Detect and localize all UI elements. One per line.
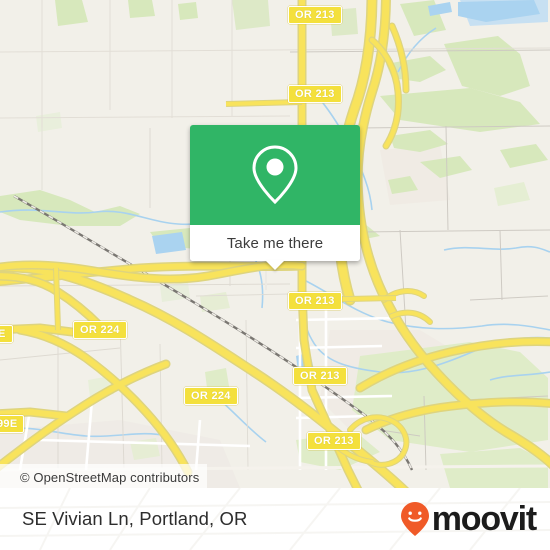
moovit-wordmark: moovit (431, 500, 537, 538)
map-canvas[interactable]: OR 213 OR 213 OR 213 OR 213 OR 213 OR 22… (0, 0, 550, 488)
moovit-smile-pin-icon (400, 502, 429, 536)
road-shield-or213-c2: OR 213 (293, 367, 347, 385)
road-shield-99e-clipped: E (0, 325, 13, 343)
road-shield-or213-n1: OR 213 (288, 6, 342, 24)
map-pin-icon (252, 145, 298, 205)
page-title: SE Vivian Ln, Portland, OR (22, 508, 248, 529)
road-shield-or213-s1: OR 213 (307, 432, 361, 450)
popup-action-area[interactable]: Take me there (190, 225, 360, 270)
popup-pin-area (190, 125, 360, 225)
map-screen: OR 213 OR 213 OR 213 OR 213 OR 213 OR 22… (0, 0, 550, 550)
moovit-logo[interactable]: moovit (400, 500, 537, 538)
osm-attribution[interactable]: © OpenStreetMap contributors (0, 464, 208, 488)
footer-bar: SE Vivian Ln, Portland, OR moovit (0, 488, 550, 550)
road-shield-99e: 99E (0, 415, 25, 433)
take-me-there-label: Take me there (226, 234, 324, 252)
road-shield-or224-w2: OR 224 (184, 387, 238, 405)
road-shield-or224-w1: OR 224 (73, 321, 127, 339)
road-shield-or213-n2: OR 213 (288, 85, 342, 103)
location-popup-card[interactable]: Take me there (190, 125, 360, 270)
popup-tail (265, 260, 285, 270)
road-shield-or213-c1: OR 213 (288, 292, 342, 310)
